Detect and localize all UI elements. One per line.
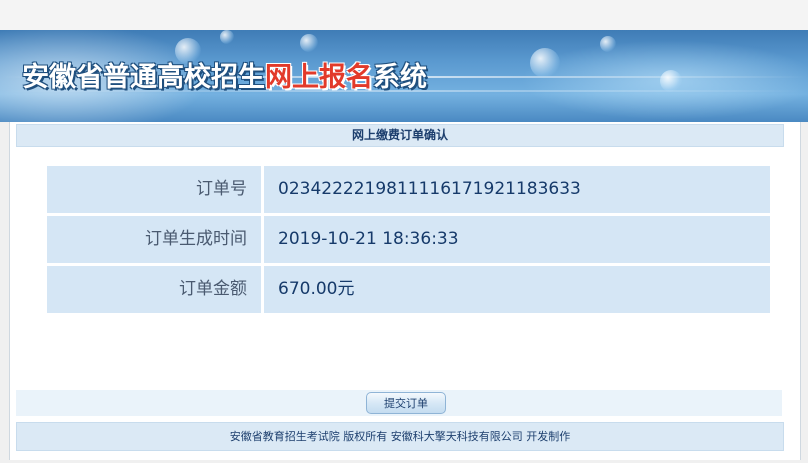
banner-bubble <box>300 34 318 52</box>
browser-top-strip <box>0 0 808 31</box>
order-id-label: 订单号 <box>47 166 261 213</box>
submit-order-button[interactable]: 提交订单 <box>366 392 446 414</box>
title-part-1: 安徽省普通高校招生 <box>22 62 265 93</box>
action-bar: 提交订单 <box>16 390 782 416</box>
system-title: 安徽省普通高校招生网上报名系统 <box>22 60 427 96</box>
order-row-time: 订单生成时间 2019-10-21 18:36:33 <box>47 216 772 263</box>
order-row-amount: 订单金额 670.00元 <box>47 266 772 313</box>
header-banner: 安徽省普通高校招生网上报名系统 <box>0 30 808 122</box>
order-time-label: 订单生成时间 <box>47 216 261 263</box>
order-info-table: 订单号 0234222219811116171921183633 订单生成时间 … <box>47 166 772 314</box>
banner-bubble <box>220 30 234 44</box>
footer-copyright: 安徽省教育招生考试院 版权所有 安徽科大擎天科技有限公司 开发制作 <box>16 422 784 451</box>
banner-bubble <box>660 70 682 92</box>
order-row-id: 订单号 0234222219811116171921183633 <box>47 166 772 213</box>
order-id-value: 0234222219811116171921183633 <box>264 166 770 213</box>
order-amount-value: 670.00元 <box>264 266 770 313</box>
currency-unit: 元 <box>337 279 355 299</box>
section-title: 网上缴费订单确认 <box>16 124 784 147</box>
order-time-value: 2019-10-21 18:36:33 <box>264 216 770 263</box>
title-part-2: 网上报名 <box>265 62 373 93</box>
banner-bubble <box>600 36 616 52</box>
banner-bubble <box>530 48 560 78</box>
order-amount-label: 订单金额 <box>47 266 261 313</box>
main-content: 网上缴费订单确认 订单号 023422221981111617192118363… <box>9 122 801 460</box>
title-part-3: 系统 <box>373 62 427 93</box>
